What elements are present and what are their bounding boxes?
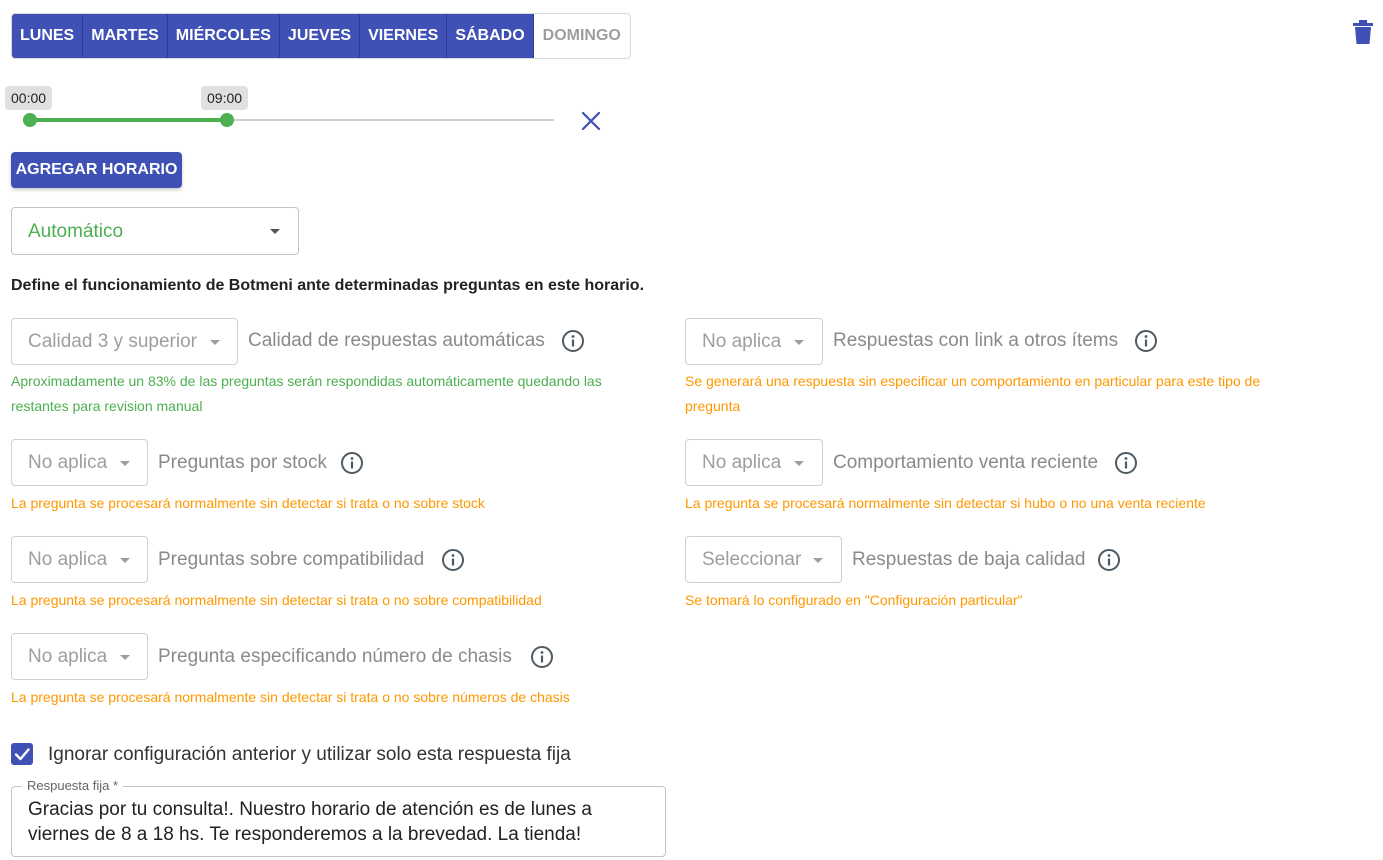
- venta-select-value: No aplica: [702, 452, 782, 473]
- day-jueves-button[interactable]: JUEVES: [279, 14, 361, 58]
- baja-hint: Se tomará lo configurado en "Configuraci…: [685, 592, 1023, 608]
- day-sabado-button[interactable]: SÁBADO: [447, 14, 534, 58]
- chevron-down-icon: [120, 558, 130, 563]
- ignore-config-label: Ignorar configuración anterior y utiliza…: [48, 744, 571, 765]
- fixed-response-text[interactable]: Gracias por tu consulta!. Nuestro horari…: [28, 797, 648, 847]
- close-icon[interactable]: [580, 110, 602, 132]
- slider-end-handle[interactable]: [220, 113, 234, 127]
- baja-select[interactable]: Seleccionar: [685, 536, 842, 583]
- calidad-hint-line1: Aproximadamente un 83% de las preguntas …: [11, 373, 602, 389]
- info-icon[interactable]: [1134, 329, 1158, 353]
- chasis-select[interactable]: No aplica: [11, 633, 148, 680]
- chasis-select-value: No aplica: [28, 646, 108, 667]
- day-lunes-button[interactable]: LUNES: [12, 14, 84, 58]
- info-icon[interactable]: [441, 548, 465, 572]
- calidad-select[interactable]: Calidad 3 y superior: [11, 318, 238, 365]
- info-icon[interactable]: [1114, 451, 1138, 475]
- baja-label: Respuestas de baja calidad: [852, 549, 1086, 570]
- range-end-tooltip: 09:00: [201, 86, 249, 110]
- compat-hint: La pregunta se procesará normalmente sin…: [11, 592, 542, 608]
- check-icon: [14, 748, 30, 761]
- day-miercoles-button[interactable]: MIÉRCOLES: [167, 14, 280, 58]
- calidad-hint-line2: restantes para revision manual: [11, 398, 203, 414]
- chasis-hint: La pregunta se procesará normalmente sin…: [11, 689, 570, 705]
- stock-hint: La pregunta se procesará normalmente sin…: [11, 495, 485, 511]
- slider-start-handle[interactable]: [23, 113, 37, 127]
- compat-label: Preguntas sobre compatibilidad: [158, 549, 425, 570]
- add-schedule-button[interactable]: AGREGAR HORARIO: [11, 152, 182, 188]
- mode-select[interactable]: Automático: [11, 207, 299, 255]
- range-start-tooltip: 00:00: [5, 86, 53, 110]
- compat-select-value: No aplica: [28, 549, 108, 570]
- stock-select[interactable]: No aplica: [11, 439, 148, 486]
- chevron-down-icon: [210, 340, 220, 345]
- trash-icon[interactable]: [1353, 20, 1373, 44]
- compat-select[interactable]: No aplica: [11, 536, 148, 583]
- section-description: Define el funcionamiento de Botmeni ante…: [11, 277, 645, 294]
- venta-select[interactable]: No aplica: [685, 439, 823, 486]
- chasis-label: Pregunta especificando número de chasis: [158, 646, 512, 667]
- day-domingo-button[interactable]: DOMINGO: [533, 14, 630, 58]
- chevron-down-icon: [813, 558, 823, 563]
- ignore-config-checkbox[interactable]: [11, 743, 33, 765]
- baja-select-value: Seleccionar: [702, 549, 802, 570]
- stock-select-value: No aplica: [28, 452, 108, 473]
- link-select[interactable]: No aplica: [685, 318, 823, 365]
- info-icon[interactable]: [530, 645, 554, 669]
- venta-hint: La pregunta se procesará normalmente sin…: [685, 495, 1206, 511]
- day-toggle-group: LUNES MARTES MIÉRCOLES JUEVES VIERNES SÁ…: [11, 13, 631, 59]
- day-viernes-button[interactable]: VIERNES: [360, 14, 448, 58]
- info-icon[interactable]: [340, 451, 364, 475]
- info-icon[interactable]: [561, 329, 585, 353]
- info-icon[interactable]: [1097, 548, 1121, 572]
- venta-label: Comportamiento venta reciente: [833, 452, 1099, 473]
- calidad-select-value: Calidad 3 y superior: [28, 331, 197, 352]
- chevron-down-icon: [120, 655, 130, 660]
- stock-label: Preguntas por stock: [158, 452, 327, 473]
- chevron-down-icon: [794, 461, 804, 466]
- day-martes-button[interactable]: MARTES: [83, 14, 168, 58]
- link-select-value: No aplica: [702, 331, 782, 352]
- link-label: Respuestas con link a otros ítems: [833, 330, 1119, 351]
- link-hint-line1: Se generará una respuesta sin especifica…: [685, 373, 1261, 389]
- fixed-response-legend: Respuesta fija *: [22, 778, 124, 793]
- chevron-down-icon: [270, 229, 280, 234]
- chevron-down-icon: [120, 461, 130, 466]
- calidad-label: Calidad de respuestas automáticas: [248, 330, 545, 351]
- mode-select-value: Automático: [28, 221, 124, 242]
- link-hint-line2: pregunta: [685, 398, 741, 414]
- chevron-down-icon: [794, 340, 804, 345]
- slider-range-fill: [30, 118, 227, 122]
